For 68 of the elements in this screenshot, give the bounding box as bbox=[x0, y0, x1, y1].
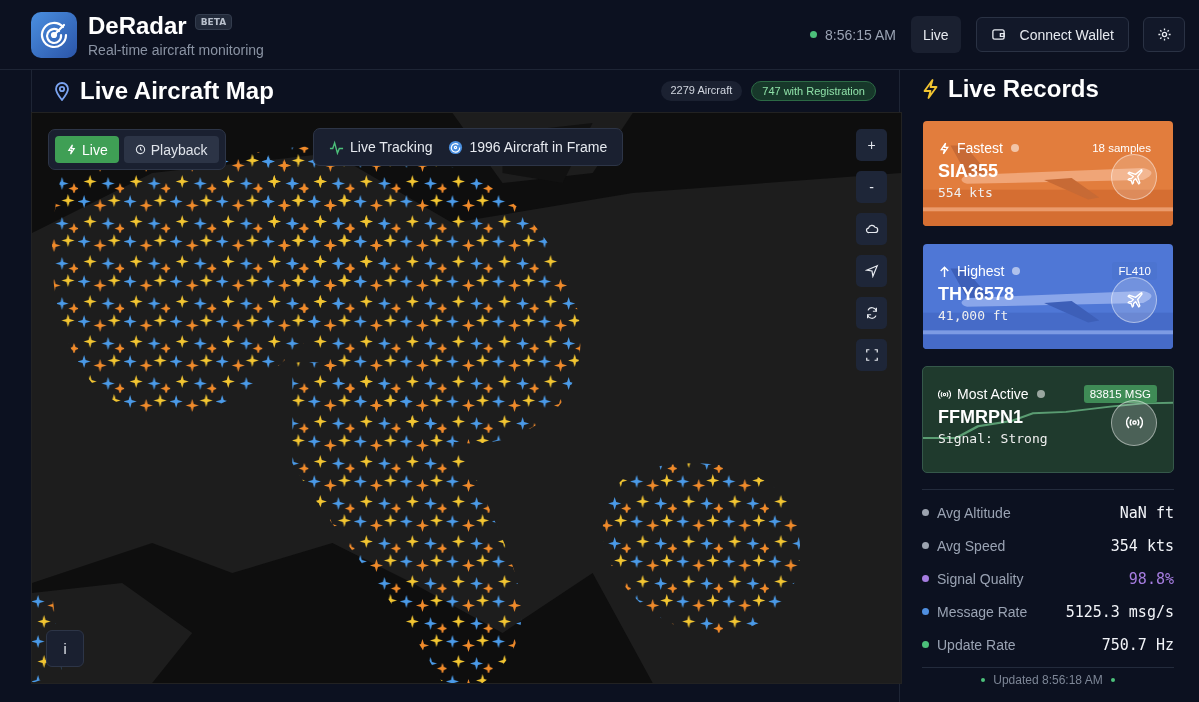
dot-icon bbox=[1012, 267, 1021, 275]
clock-icon bbox=[134, 144, 146, 155]
record-label: Highest bbox=[957, 263, 1005, 279]
records-title: Live Records bbox=[948, 75, 1099, 103]
stat-value: 750.7 Hz bbox=[1101, 635, 1174, 654]
pulse-icon bbox=[329, 139, 344, 155]
stat-label: Avg Speed bbox=[937, 537, 1006, 554]
navigation-icon bbox=[864, 264, 879, 278]
map-title: Live Aircraft Map bbox=[80, 77, 274, 105]
cloud-button[interactable] bbox=[856, 213, 887, 245]
stat-label: Avg Altitude bbox=[937, 504, 1011, 521]
fullscreen-button[interactable] bbox=[856, 339, 887, 371]
frame-count: 1996 Aircraft in Frame bbox=[469, 139, 608, 155]
stat-value: 354 kts bbox=[1110, 536, 1174, 555]
radar-logo-icon bbox=[31, 11, 77, 58]
dot-icon bbox=[981, 678, 986, 682]
zoom-button[interactable]: + bbox=[856, 129, 887, 161]
callsign: SIA355 bbox=[938, 161, 999, 182]
tracking-label: Live Tracking bbox=[350, 139, 433, 155]
record-label: Most Active bbox=[957, 386, 1029, 402]
bolt-icon bbox=[66, 144, 77, 155]
count-badge: 747 with Registration bbox=[751, 81, 876, 101]
connect-wallet-button[interactable]: Connect Wallet bbox=[975, 17, 1129, 52]
stat-label: Signal Quality bbox=[937, 570, 1024, 587]
record-detail: 554 kts bbox=[938, 185, 994, 200]
stat-label: Update Rate bbox=[937, 636, 1016, 653]
arrow-up-icon bbox=[938, 264, 951, 278]
beta-badge: BETA bbox=[194, 13, 233, 30]
record-badge: 83815 MSG bbox=[1083, 385, 1157, 403]
updated-time: Updated 8:56:18 AM bbox=[993, 673, 1103, 687]
callsign: THY6578 bbox=[938, 284, 1015, 305]
dot-icon bbox=[1010, 144, 1019, 152]
record-label: Fastest bbox=[957, 140, 1003, 156]
record-badge: FL410 bbox=[1112, 262, 1157, 280]
map-pin-icon bbox=[54, 81, 70, 101]
refresh-icon bbox=[864, 306, 879, 320]
stat-label: Message Rate bbox=[937, 603, 1028, 620]
callsign: FFMRPN1 bbox=[938, 407, 1024, 428]
info-button[interactable]: i bbox=[46, 630, 84, 667]
radar-icon bbox=[448, 139, 464, 155]
dot-icon bbox=[1036, 390, 1045, 398]
live-button[interactable]: Live bbox=[910, 16, 961, 53]
mode-tab[interactable]: Playback bbox=[123, 136, 219, 163]
app-subtitle: Real-time aircraft monitoring bbox=[88, 41, 264, 58]
refresh-button[interactable] bbox=[856, 297, 887, 329]
broadcast-icon bbox=[1111, 399, 1157, 446]
clock-time: 8:56:15 AM bbox=[825, 26, 896, 43]
airplane-icon bbox=[1111, 153, 1157, 200]
bolt-icon bbox=[922, 79, 939, 99]
stat-value: NaN ft bbox=[1119, 503, 1174, 522]
app-name: DeRadar bbox=[88, 11, 187, 40]
sample-count: 18 samples bbox=[1091, 141, 1152, 156]
fullscreen-icon bbox=[864, 348, 879, 362]
stat-value: 5125.3 msg/s bbox=[1065, 602, 1174, 621]
wallet-icon bbox=[990, 27, 1006, 42]
settings-button[interactable] bbox=[1143, 17, 1185, 52]
record-detail: Signal: Strong bbox=[938, 431, 1048, 446]
navigate-button[interactable] bbox=[856, 255, 887, 287]
record-detail: 41,000 ft bbox=[938, 308, 1010, 323]
settings-icon bbox=[1156, 27, 1172, 42]
bolt-icon bbox=[938, 141, 951, 155]
stat-value: 98.8% bbox=[1128, 569, 1174, 588]
zoom-button[interactable]: - bbox=[856, 171, 887, 203]
dot-icon bbox=[1110, 678, 1115, 682]
airplane-icon bbox=[1111, 276, 1157, 323]
count-badge: 2279 Aircraft bbox=[660, 81, 743, 101]
cloud-icon bbox=[864, 222, 879, 236]
broadcast-icon bbox=[938, 387, 951, 401]
